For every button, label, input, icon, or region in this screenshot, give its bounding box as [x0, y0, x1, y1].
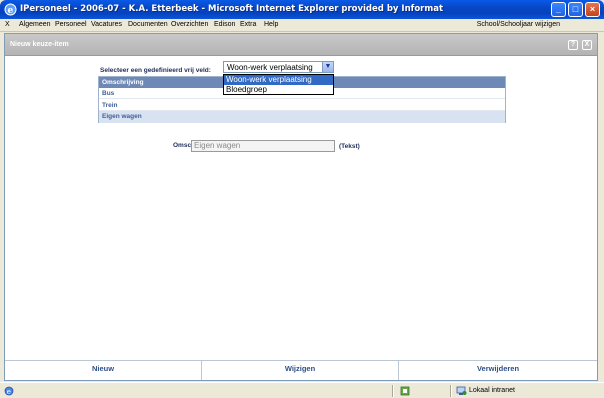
menu-item-overzichten[interactable]: Overzichten [171, 21, 208, 28]
svg-text:e: e [7, 388, 11, 396]
page-status-icon: e [4, 386, 14, 396]
table-cell[interactable]: Trein [102, 102, 118, 109]
menu-item-x[interactable]: X [5, 21, 10, 28]
page-title: Nieuw keuze-item [10, 41, 69, 48]
vrij-veld-select[interactable]: Woon-werk verplaatsing ▼ [223, 61, 334, 73]
dropdown-option-woon-werk[interactable]: Woon-werk verplaatsing [224, 75, 333, 85]
window-controls: _ □ × [551, 2, 600, 17]
dropdown-option-bloedgroep[interactable]: Bloedgroep [224, 85, 333, 95]
internet-explorer-icon: e [4, 3, 17, 16]
browser-content: Nieuw keuze-item ? X Selecteer een gedef… [4, 33, 598, 381]
table-cell[interactable]: Eigen wagen [102, 113, 142, 120]
table-cell[interactable]: Bus [102, 90, 114, 97]
menu-item-school-schooljaar[interactable]: School/Schooljaar wijzigen [477, 21, 560, 28]
security-zone-label: Lokaal intranet [469, 387, 515, 394]
new-button[interactable]: Nieuw [5, 361, 202, 380]
minimize-button[interactable]: _ [551, 2, 566, 17]
maximize-button[interactable]: □ [568, 2, 583, 17]
select-value: Woon-werk verplaatsing [227, 63, 313, 72]
table-row[interactable]: Trein [99, 100, 505, 111]
column-header-omschrijving: Omschrijving [102, 79, 144, 86]
menu-item-edison[interactable]: Edison [214, 21, 235, 28]
window-title-bar: e IPersoneel - 2006-07 - K.A. Etterbeek … [0, 0, 604, 19]
intranet-zone-icon [456, 386, 467, 395]
field-type-label: (Tekst) [339, 143, 360, 150]
status-divider [392, 385, 394, 397]
status-bar: e Lokaal intranet [0, 382, 604, 398]
menu-item-documenten[interactable]: Documenten [128, 21, 168, 28]
close-icon[interactable]: X [582, 40, 592, 50]
edit-button[interactable]: Wijzigen [202, 361, 399, 380]
status-divider [450, 385, 452, 397]
menu-bar: X Algemeen Personeel Vacatures Documente… [0, 19, 604, 32]
panel-header: Nieuw keuze-item ? X [5, 34, 597, 56]
menu-item-extra[interactable]: Extra [240, 21, 256, 28]
table-row-selected[interactable]: Eigen wagen [99, 111, 505, 123]
svg-text:e: e [8, 6, 14, 16]
close-window-button[interactable]: × [585, 2, 600, 17]
menu-item-vacatures[interactable]: Vacatures [91, 21, 122, 28]
action-bar: Nieuw Wijzigen Verwijderen [5, 360, 597, 380]
select-field-label: Selecteer een gedefinieerd vrij veld: [100, 67, 211, 74]
menu-item-help[interactable]: Help [264, 21, 278, 28]
select-dropdown-list[interactable]: Woon-werk verplaatsing Bloedgroep [223, 74, 334, 95]
help-icon[interactable]: ? [568, 40, 578, 50]
window-title: IPersoneel - 2006-07 - K.A. Etterbeek - … [20, 4, 444, 14]
security-icon [400, 386, 410, 396]
omschrijving-input[interactable]: Eigen wagen [191, 140, 335, 152]
menu-item-algemeen[interactable]: Algemeen [19, 21, 51, 28]
delete-button[interactable]: Verwijderen [399, 361, 597, 380]
menu-item-personeel[interactable]: Personeel [55, 21, 87, 28]
chevron-down-icon[interactable]: ▼ [322, 62, 333, 72]
